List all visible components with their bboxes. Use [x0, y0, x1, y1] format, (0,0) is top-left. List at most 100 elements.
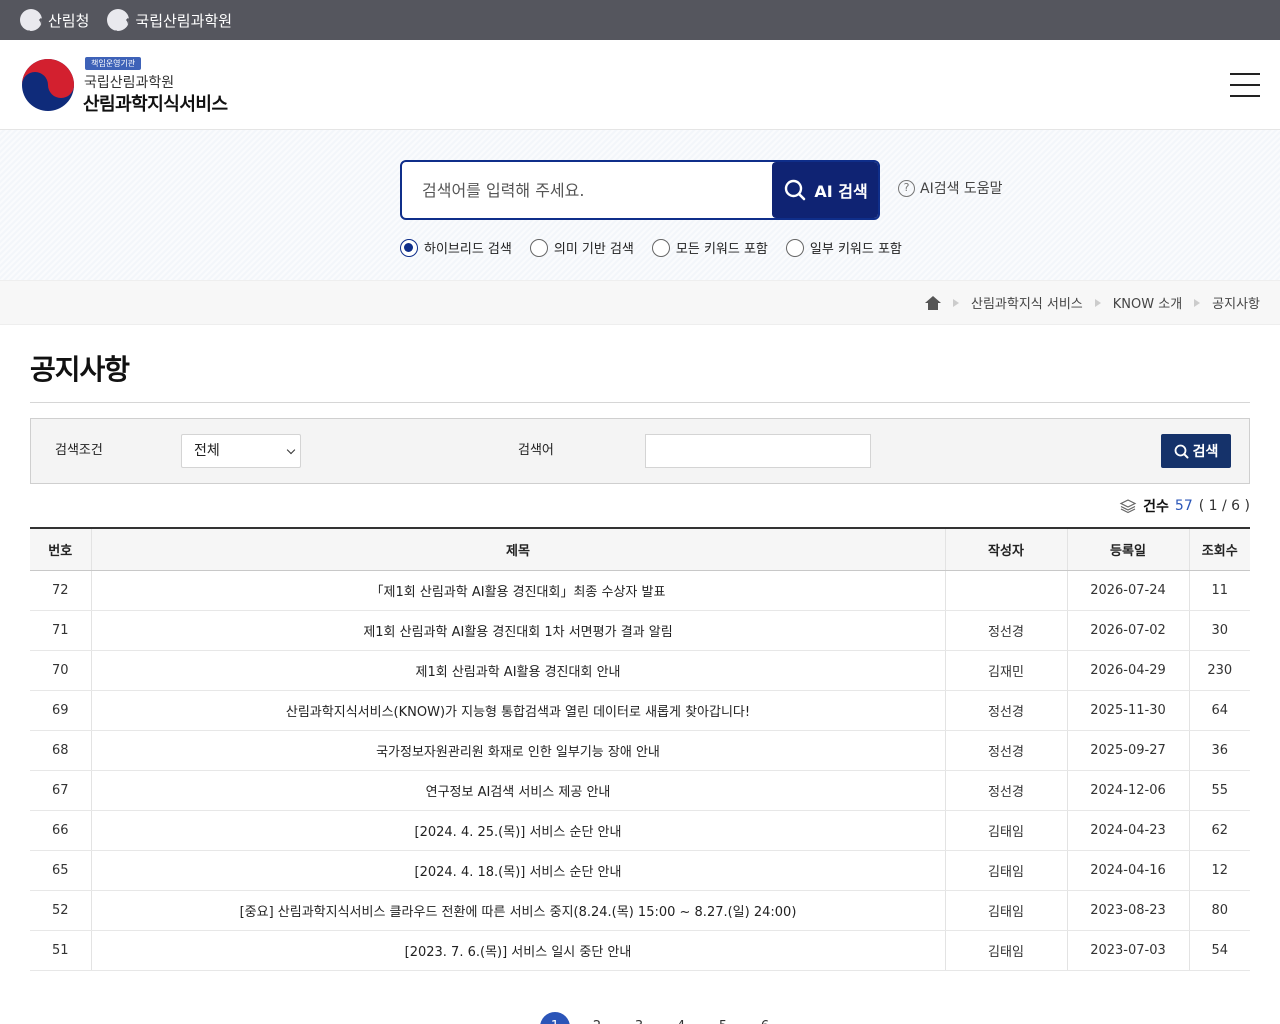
search-filter-panel: 검색조건 전체 검색어 검색: [30, 418, 1250, 484]
radio-icon[interactable]: [651, 238, 670, 257]
cell-date: 2026-07-02: [1067, 610, 1190, 651]
table-row[interactable]: 68 국가정보자원관리원 화재로 인한 일부기능 장애 안내 정선경 2025-09-…: [30, 730, 1250, 771]
chevron-down-icon: [286, 445, 296, 455]
cell-title[interactable]: 「제1회 산림과학 AI활용 경진대회」최종 수상자 발표: [91, 570, 946, 611]
cell-title[interactable]: [2023. 7. 6.(목)] 서비스 일시 중단 안내: [91, 930, 946, 971]
page-button[interactable]: 5: [708, 1012, 738, 1024]
cell-date: 2024-12-06: [1067, 770, 1190, 811]
breadcrumb-separator-icon: [1094, 298, 1101, 307]
table-row[interactable]: 52 [중요] 산림과학지식서비스 클라우드 전환에 따른 서비스 중지(8.24…: [30, 890, 1250, 931]
table-row[interactable]: 67 연구정보 AI검색 서비스 제공 안내 정선경 2024-12-06 55: [30, 770, 1250, 811]
stack-icon: [1119, 499, 1137, 514]
cell-views: 230: [1189, 650, 1250, 691]
col-header-title: 제목: [91, 527, 946, 571]
cell-number: 65: [30, 850, 92, 891]
cell-title[interactable]: [중요] 산림과학지식서비스 클라우드 전환에 따른 서비스 중지(8.24.(…: [91, 890, 946, 931]
cell-views: 36: [1189, 730, 1250, 771]
cell-title[interactable]: 제1회 산림과학 AI활용 경진대회 안내: [91, 650, 946, 691]
breadcrumb-item-about[interactable]: KNOW 소개: [1113, 293, 1182, 312]
col-header-date: 등록일: [1067, 527, 1190, 571]
breadcrumb-item-service[interactable]: 산림과학지식 서비스: [971, 293, 1083, 312]
institute-name: 국립산림과학원: [84, 75, 175, 91]
cell-author: [945, 570, 1068, 611]
cell-number: 51: [30, 930, 92, 971]
pagination: 123456: [540, 1012, 780, 1024]
cell-views: 62: [1189, 810, 1250, 851]
government-emblem-icon[interactable]: [21, 58, 75, 112]
count-label: 건수: [1143, 499, 1169, 515]
cell-title[interactable]: 제1회 산림과학 AI활용 경진대회 1차 서면평가 결과 알림: [91, 610, 946, 651]
cell-title[interactable]: 산림과학지식서비스(KNOW)가 지능형 통합검색과 열린 데이터로 새롭게 찾…: [91, 690, 946, 731]
ai-search-help-link[interactable]: ? AI검색 도움말: [898, 178, 1003, 198]
page-button[interactable]: 6: [750, 1012, 780, 1024]
cell-author: 김태임: [945, 810, 1068, 851]
home-icon[interactable]: [924, 295, 941, 310]
forest-institute-link[interactable]: 국립산림과학원: [107, 9, 232, 31]
search-mode-label: 의미 기반 검색: [553, 242, 634, 257]
cell-title[interactable]: [2024. 4. 18.(목)] 서비스 순단 안내: [91, 850, 946, 891]
notice-table-body: 72 「제1회 산림과학 AI활용 경진대회」최종 수상자 발표 2026-07-2…: [30, 570, 1250, 971]
table-row[interactable]: 65 [2024. 4. 18.(목)] 서비스 순단 안내 김태임 2024-04-…: [30, 850, 1250, 891]
table-row[interactable]: 70 제1회 산림과학 AI활용 경진대회 안내 김재민 2026-04-29 230: [30, 650, 1250, 691]
page-button[interactable]: 3: [624, 1012, 654, 1024]
search-mode-some-keywords[interactable]: 일부 키워드 포함: [785, 238, 902, 257]
keyword-label: 검색어: [518, 443, 554, 458]
table-row[interactable]: 71 제1회 산림과학 AI활용 경진대회 1차 서면평가 결과 알림 정선경 202…: [30, 610, 1250, 651]
condition-select[interactable]: 전체: [181, 434, 301, 468]
page-button[interactable]: 2: [582, 1012, 612, 1024]
breadcrumb-separator-icon: [952, 298, 959, 307]
cell-title[interactable]: 연구정보 AI검색 서비스 제공 안내: [91, 770, 946, 811]
table-header-row: 번호 제목 작성자 등록일 조회수: [30, 527, 1250, 571]
ai-search-input[interactable]: [402, 162, 772, 218]
cell-date: 2026-04-29: [1067, 650, 1190, 691]
table-row[interactable]: 66 [2024. 4. 25.(목)] 서비스 순단 안내 김태임 2024-04-…: [30, 810, 1250, 851]
page-title: 공지사항: [30, 353, 130, 386]
page-button[interactable]: 1: [540, 1012, 570, 1024]
cell-author: 정선경: [945, 730, 1068, 771]
breadcrumb-bar: 산림과학지식 서비스 KNOW 소개 공지사항: [0, 280, 1280, 325]
search-mode-all-keywords[interactable]: 모든 키워드 포함: [651, 238, 768, 257]
forest-service-link[interactable]: 산림청: [20, 9, 89, 31]
search-mode-label: 하이브리드 검색: [424, 242, 512, 257]
cell-number: 69: [30, 690, 92, 731]
menu-line: [1230, 95, 1260, 97]
cell-number: 67: [30, 770, 92, 811]
ai-search-help-label: AI검색 도움말: [920, 181, 1003, 197]
cell-title[interactable]: 국가정보자원관리원 화재로 인한 일부기능 장애 안내: [91, 730, 946, 771]
radio-checked-icon[interactable]: [400, 238, 418, 257]
filter-search-button[interactable]: 검색: [1161, 434, 1231, 468]
cell-date: 2024-04-16: [1067, 850, 1190, 891]
notice-table: 번호 제목 작성자 등록일 조회수 72 「제1회 산림과학 AI활용 경진대회」…: [30, 527, 1250, 971]
col-header-number: 번호: [30, 527, 92, 571]
result-count: 건수 57 ( 1 / 6 ): [1119, 496, 1250, 516]
col-header-views: 조회수: [1189, 527, 1250, 571]
cell-date: 2023-07-03: [1067, 930, 1190, 971]
page-button[interactable]: 4: [666, 1012, 696, 1024]
cell-date: 2024-04-23: [1067, 810, 1190, 851]
ai-search-button[interactable]: AI 검색: [772, 162, 878, 218]
filter-search-label: 검색: [1192, 444, 1219, 460]
search-mode-label: 모든 키워드 포함: [675, 242, 768, 257]
radio-icon[interactable]: [785, 238, 804, 257]
col-header-author: 작성자: [945, 527, 1068, 571]
ai-search-button-label: AI 검색: [814, 182, 868, 201]
breadcrumb-item-notice[interactable]: 공지사항: [1212, 293, 1260, 312]
cell-views: 55: [1189, 770, 1250, 811]
search-mode-semantic[interactable]: 의미 기반 검색: [529, 238, 634, 257]
keyword-input[interactable]: [645, 434, 871, 468]
table-row[interactable]: 72 「제1회 산림과학 AI활용 경진대회」최종 수상자 발표 2026-07-2…: [30, 570, 1250, 611]
forest-service-label: 산림청: [48, 11, 90, 30]
menu-icon[interactable]: [1230, 73, 1260, 97]
search-icon: [1174, 444, 1189, 458]
breadcrumb-separator-icon: [1194, 298, 1201, 307]
cell-views: 30: [1189, 610, 1250, 651]
table-row[interactable]: 51 [2023. 7. 6.(목)] 서비스 일시 중단 안내 김태임 2023-0…: [30, 930, 1250, 971]
forest-institute-label: 국립산림과학원: [135, 11, 233, 30]
table-row[interactable]: 69 산림과학지식서비스(KNOW)가 지능형 통합검색과 열린 데이터로 새롭게…: [30, 690, 1250, 731]
radio-icon[interactable]: [529, 238, 548, 257]
service-name[interactable]: 산림과학지식서비스: [83, 90, 228, 116]
cell-number: 71: [30, 610, 92, 651]
cell-number: 52: [30, 890, 92, 931]
search-mode-hybrid[interactable]: 하이브리드 검색: [400, 238, 512, 257]
cell-title[interactable]: [2024. 4. 25.(목)] 서비스 순단 안내: [91, 810, 946, 851]
